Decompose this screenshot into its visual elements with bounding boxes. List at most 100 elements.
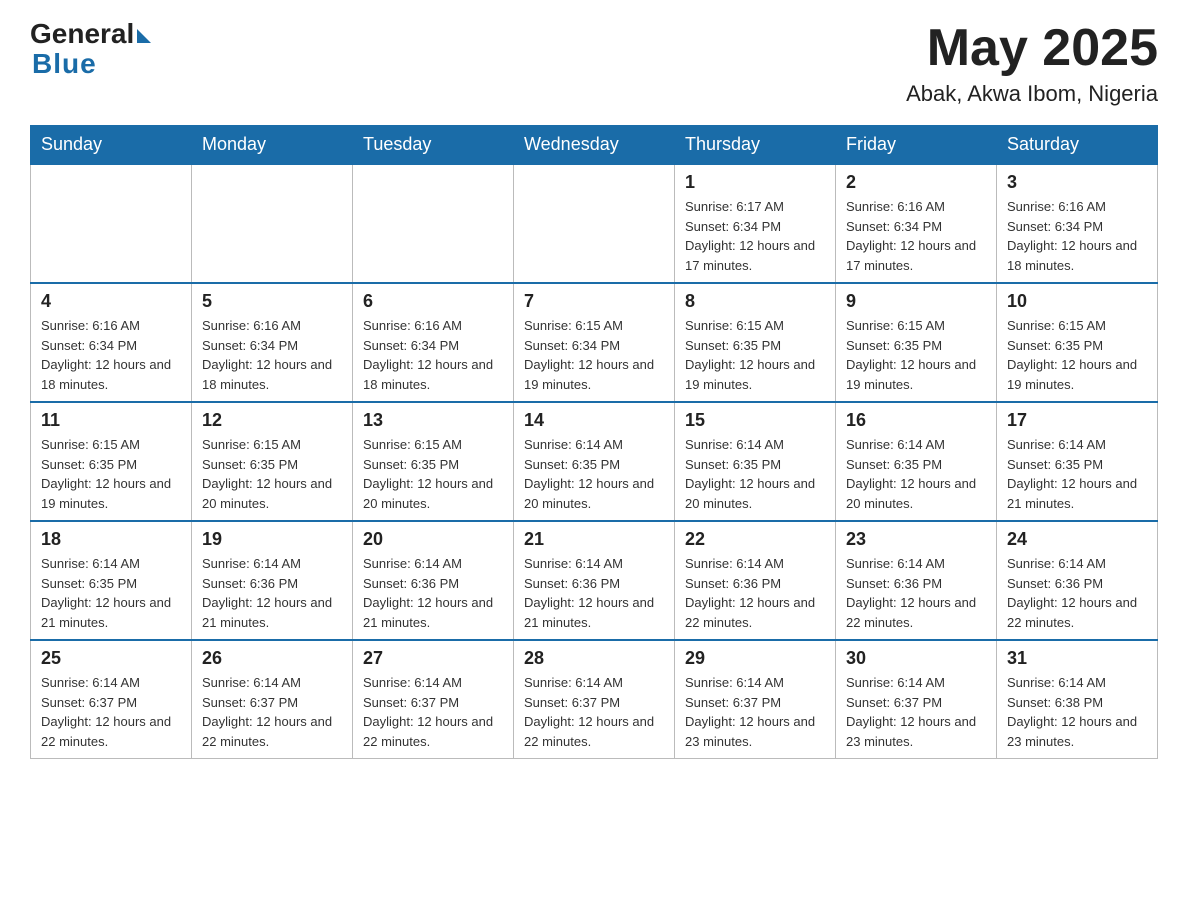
calendar-cell: 20 Sunrise: 6:14 AM Sunset: 6:36 PM Dayli… [353,521,514,640]
day-number: 31 [1007,648,1147,669]
week-row-2: 4 Sunrise: 6:16 AM Sunset: 6:34 PM Daylig… [31,283,1158,402]
calendar-cell: 18Sunrise: 6:14 AM Sunset: 6:35 PM Dayli… [31,521,192,640]
calendar-cell: 26 Sunrise: 6:14 AM Sunset: 6:37 PM Dayli… [192,640,353,759]
logo-general-text: General [30,20,134,48]
week-row-1: 1 Sunrise: 6:17 AM Sunset: 6:34 PM Daylig… [31,164,1158,283]
day-number: 24 [1007,529,1147,550]
day-number: 6 [363,291,503,312]
calendar-header-row: SundayMondayTuesdayWednesdayThursdayFrid… [31,126,1158,165]
day-number: 19 [202,529,342,550]
month-year-title: May 2025 [906,20,1158,77]
calendar-cell: 11Sunrise: 6:15 AM Sunset: 6:35 PM Dayli… [31,402,192,521]
week-row-5: 25 Sunrise: 6:14 AM Sunset: 6:37 PM Dayli… [31,640,1158,759]
day-info: Sunrise: 6:15 AM Sunset: 6:34 PM Dayligh… [524,316,664,394]
calendar-cell: 6 Sunrise: 6:16 AM Sunset: 6:34 PM Daylig… [353,283,514,402]
day-info: Sunrise: 6:14 AM Sunset: 6:37 PM Dayligh… [685,673,825,751]
page-header: General Blue May 2025 Abak, Akwa Ibom, N… [30,20,1158,107]
calendar-cell: 19 Sunrise: 6:14 AM Sunset: 6:36 PM Dayli… [192,521,353,640]
day-number: 28 [524,648,664,669]
calendar-cell: 12 Sunrise: 6:15 AM Sunset: 6:35 PM Dayli… [192,402,353,521]
day-number: 29 [685,648,825,669]
day-header-friday: Friday [836,126,997,165]
day-info: Sunrise: 6:14 AM Sunset: 6:38 PM Dayligh… [1007,673,1147,751]
calendar-cell: 13 Sunrise: 6:15 AM Sunset: 6:35 PM Dayli… [353,402,514,521]
day-number: 3 [1007,172,1147,193]
calendar-cell: 16 Sunrise: 6:14 AM Sunset: 6:35 PM Dayli… [836,402,997,521]
day-number: 20 [363,529,503,550]
day-info: Sunrise: 6:14 AM Sunset: 6:36 PM Dayligh… [1007,554,1147,632]
day-info: Sunrise: 6:14 AM Sunset: 6:36 PM Dayligh… [685,554,825,632]
day-number: 8 [685,291,825,312]
calendar-cell: 4Sunrise: 6:16 AM Sunset: 6:34 PM Daylig… [31,283,192,402]
day-header-wednesday: Wednesday [514,126,675,165]
week-row-3: 11Sunrise: 6:15 AM Sunset: 6:35 PM Dayli… [31,402,1158,521]
calendar-cell: 28 Sunrise: 6:14 AM Sunset: 6:37 PM Dayli… [514,640,675,759]
day-number: 23 [846,529,986,550]
calendar-cell [514,164,675,283]
calendar-cell [353,164,514,283]
day-number: 16 [846,410,986,431]
day-number: 22 [685,529,825,550]
day-info: Sunrise: 6:14 AM Sunset: 6:35 PM Dayligh… [846,435,986,513]
calendar-cell: 25Sunrise: 6:14 AM Sunset: 6:37 PM Dayli… [31,640,192,759]
day-number: 15 [685,410,825,431]
calendar-cell: 10 Sunrise: 6:15 AM Sunset: 6:35 PM Dayli… [997,283,1158,402]
logo: General Blue [30,20,151,80]
calendar-cell: 27Sunrise: 6:14 AM Sunset: 6:37 PM Dayli… [353,640,514,759]
day-info: Sunrise: 6:15 AM Sunset: 6:35 PM Dayligh… [202,435,342,513]
calendar-cell: 23Sunrise: 6:14 AM Sunset: 6:36 PM Dayli… [836,521,997,640]
day-number: 17 [1007,410,1147,431]
week-row-4: 18Sunrise: 6:14 AM Sunset: 6:35 PM Dayli… [31,521,1158,640]
day-number: 4 [41,291,181,312]
calendar-cell: 31 Sunrise: 6:14 AM Sunset: 6:38 PM Dayli… [997,640,1158,759]
day-info: Sunrise: 6:16 AM Sunset: 6:34 PM Dayligh… [363,316,503,394]
day-header-sunday: Sunday [31,126,192,165]
calendar-cell: 21 Sunrise: 6:14 AM Sunset: 6:36 PM Dayli… [514,521,675,640]
day-number: 13 [363,410,503,431]
day-number: 26 [202,648,342,669]
day-info: Sunrise: 6:15 AM Sunset: 6:35 PM Dayligh… [1007,316,1147,394]
calendar-cell: 17Sunrise: 6:14 AM Sunset: 6:35 PM Dayli… [997,402,1158,521]
calendar-cell: 22 Sunrise: 6:14 AM Sunset: 6:36 PM Dayli… [675,521,836,640]
calendar-cell [31,164,192,283]
day-info: Sunrise: 6:14 AM Sunset: 6:36 PM Dayligh… [363,554,503,632]
calendar-cell: 8Sunrise: 6:15 AM Sunset: 6:35 PM Daylig… [675,283,836,402]
day-info: Sunrise: 6:14 AM Sunset: 6:35 PM Dayligh… [41,554,181,632]
day-info: Sunrise: 6:17 AM Sunset: 6:34 PM Dayligh… [685,197,825,275]
day-info: Sunrise: 6:15 AM Sunset: 6:35 PM Dayligh… [363,435,503,513]
day-info: Sunrise: 6:14 AM Sunset: 6:36 PM Dayligh… [202,554,342,632]
day-info: Sunrise: 6:14 AM Sunset: 6:37 PM Dayligh… [202,673,342,751]
day-number: 27 [363,648,503,669]
calendar-cell: 14 Sunrise: 6:14 AM Sunset: 6:35 PM Dayli… [514,402,675,521]
logo-blue-text: Blue [32,48,97,79]
day-number: 21 [524,529,664,550]
day-number: 25 [41,648,181,669]
calendar-cell: 29 Sunrise: 6:14 AM Sunset: 6:37 PM Dayli… [675,640,836,759]
day-info: Sunrise: 6:14 AM Sunset: 6:35 PM Dayligh… [524,435,664,513]
day-number: 1 [685,172,825,193]
day-info: Sunrise: 6:15 AM Sunset: 6:35 PM Dayligh… [41,435,181,513]
day-number: 10 [1007,291,1147,312]
day-number: 14 [524,410,664,431]
day-number: 12 [202,410,342,431]
day-number: 7 [524,291,664,312]
title-block: May 2025 Abak, Akwa Ibom, Nigeria [906,20,1158,107]
calendar-table: SundayMondayTuesdayWednesdayThursdayFrid… [30,125,1158,759]
calendar-cell: 2 Sunrise: 6:16 AM Sunset: 6:34 PM Daylig… [836,164,997,283]
calendar-cell: 9Sunrise: 6:15 AM Sunset: 6:35 PM Daylig… [836,283,997,402]
calendar-cell: 24 Sunrise: 6:14 AM Sunset: 6:36 PM Dayli… [997,521,1158,640]
day-info: Sunrise: 6:15 AM Sunset: 6:35 PM Dayligh… [846,316,986,394]
day-info: Sunrise: 6:14 AM Sunset: 6:36 PM Dayligh… [524,554,664,632]
calendar-cell: 30Sunrise: 6:14 AM Sunset: 6:37 PM Dayli… [836,640,997,759]
logo-arrow-icon [137,29,151,43]
calendar-cell: 7 Sunrise: 6:15 AM Sunset: 6:34 PM Daylig… [514,283,675,402]
day-info: Sunrise: 6:14 AM Sunset: 6:37 PM Dayligh… [846,673,986,751]
day-number: 2 [846,172,986,193]
day-header-saturday: Saturday [997,126,1158,165]
day-info: Sunrise: 6:14 AM Sunset: 6:37 PM Dayligh… [524,673,664,751]
calendar-cell: 15Sunrise: 6:14 AM Sunset: 6:35 PM Dayli… [675,402,836,521]
day-header-tuesday: Tuesday [353,126,514,165]
day-info: Sunrise: 6:16 AM Sunset: 6:34 PM Dayligh… [846,197,986,275]
calendar-cell [192,164,353,283]
day-header-thursday: Thursday [675,126,836,165]
